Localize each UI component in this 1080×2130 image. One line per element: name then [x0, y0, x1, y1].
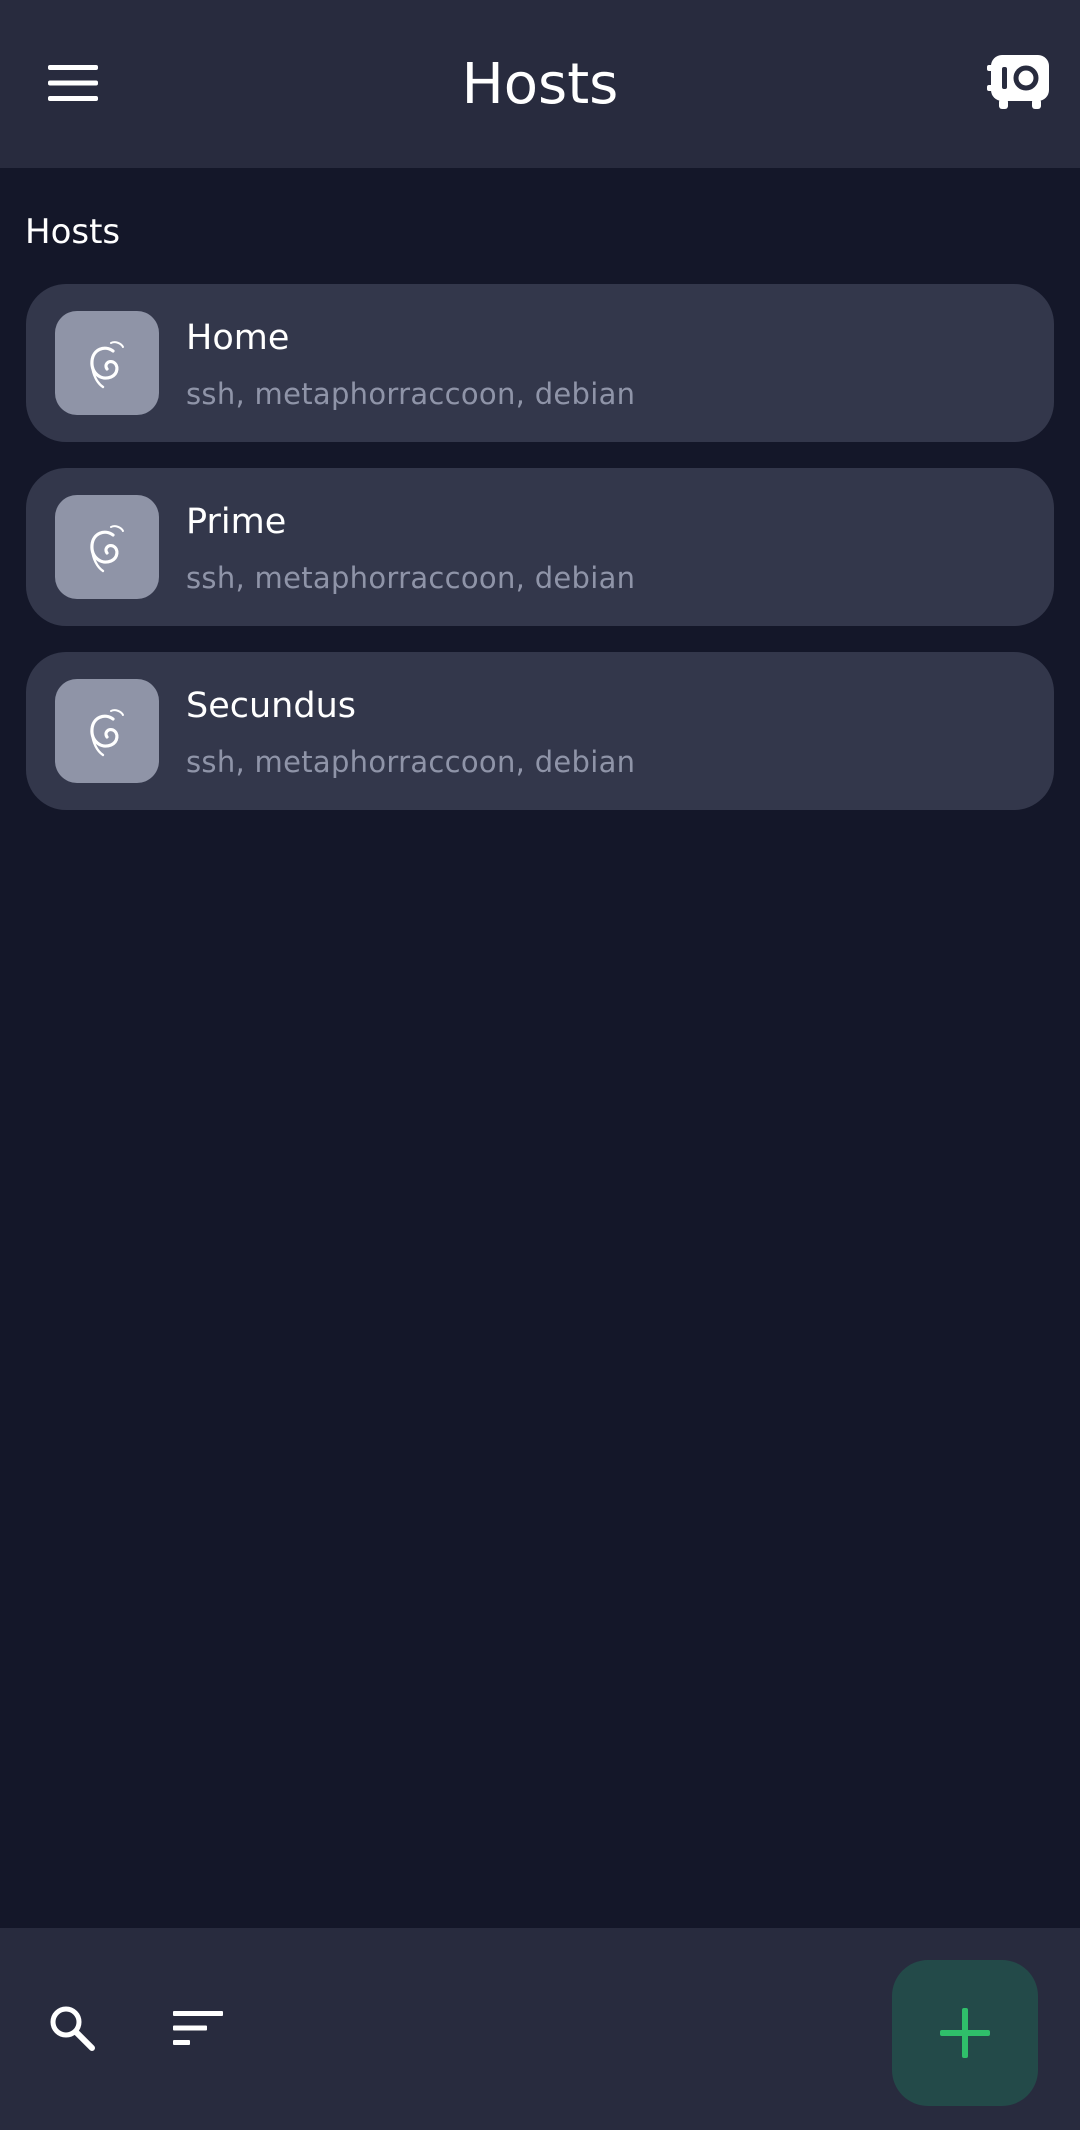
- host-name: Secundus: [186, 686, 356, 726]
- host-list: Home ssh, metaphorraccoon, debian Prime …: [26, 284, 1054, 836]
- host-card-secundus[interactable]: Secundus ssh, metaphorraccoon, debian: [26, 652, 1054, 810]
- sort-button[interactable]: [158, 1988, 238, 2068]
- search-button[interactable]: [32, 1988, 112, 2068]
- host-tags: ssh, metaphorraccoon, debian: [186, 745, 636, 779]
- host-icon-tile: [55, 679, 159, 783]
- sort-icon: [173, 2011, 223, 2045]
- host-icon-tile: [55, 311, 159, 415]
- host-tags: ssh, metaphorraccoon, debian: [186, 561, 636, 595]
- page-title: Hosts: [461, 52, 619, 117]
- section-label: Hosts: [25, 212, 121, 252]
- host-tags: ssh, metaphorraccoon, debian: [186, 377, 636, 411]
- host-card-home[interactable]: Home ssh, metaphorraccoon, debian: [26, 284, 1054, 442]
- search-icon: [50, 2006, 95, 2051]
- host-card-prime[interactable]: Prime ssh, metaphorraccoon, debian: [26, 468, 1054, 626]
- debian-logo-icon: [90, 525, 124, 573]
- plus-icon: [940, 2008, 990, 2058]
- top-app-bar: Hosts: [0, 0, 1080, 168]
- app-root: Hosts Hosts Home ssh, metaphorraccoon, d…: [0, 0, 1080, 2130]
- debian-logo-icon: [90, 341, 124, 389]
- add-host-button[interactable]: [892, 1960, 1038, 2106]
- vault-button[interactable]: [976, 40, 1060, 124]
- host-name: Home: [186, 318, 290, 358]
- bottom-app-bar: [0, 1928, 1080, 2130]
- vault-safe-icon: [987, 55, 1049, 109]
- debian-logo-icon: [90, 709, 124, 757]
- host-name: Prime: [186, 502, 287, 542]
- host-icon-tile: [55, 495, 159, 599]
